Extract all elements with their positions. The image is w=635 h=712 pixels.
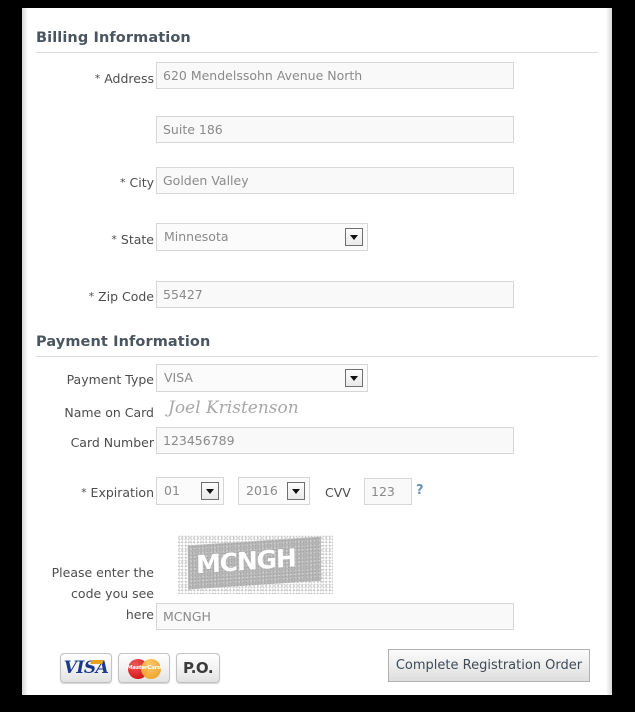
mastercard-label: MasterCard: [127, 665, 161, 671]
expiration-required-marker: *: [81, 486, 87, 499]
address-label-text: Address: [104, 71, 154, 86]
city-label: * City: [62, 175, 154, 191]
payment-information-heading: Payment Information: [36, 334, 211, 350]
zip-code-label: * Zip Code: [54, 289, 154, 305]
visa-card-icon: VISA: [60, 653, 112, 683]
payment-type-label: Payment Type: [66, 372, 154, 387]
payment-section-divider: [36, 356, 598, 357]
card-number-input[interactable]: 123456789: [156, 427, 514, 454]
name-on-card-label: Name on Card: [64, 405, 154, 420]
captcha-label-line3: here: [125, 607, 154, 622]
state-label-text: State: [120, 232, 154, 247]
zip-code-input[interactable]: 55427: [156, 281, 514, 308]
expiration-label-text: Expiration: [90, 485, 154, 500]
purchase-order-icon: P.O.: [176, 653, 220, 683]
payment-type-select-value: VISA: [164, 370, 193, 385]
chevron-down-icon[interactable]: [345, 228, 363, 246]
captcha-label-line1: Please enter the: [51, 565, 154, 580]
form-content: Billing Information * Address 620 Mendel…: [22, 8, 612, 695]
screenshot-frame: Billing Information * Address 620 Mendel…: [0, 0, 635, 712]
state-select[interactable]: Minnesota: [156, 223, 368, 251]
expiration-month-select[interactable]: 01: [156, 477, 224, 505]
purchase-order-label: P.O.: [182, 659, 214, 677]
captcha-input[interactable]: MCNGH: [156, 603, 514, 630]
mastercard-icon: MasterCard: [118, 653, 170, 683]
cvv-input[interactable]: 123: [364, 478, 412, 505]
billing-section-divider: [36, 52, 598, 53]
city-required-marker: *: [120, 176, 126, 189]
address-label: * Address: [62, 71, 154, 87]
address-line2-input[interactable]: Suite 186: [156, 116, 514, 143]
zip-required-marker: *: [88, 290, 95, 303]
card-number-label: Card Number: [70, 435, 154, 450]
chevron-down-icon[interactable]: [345, 369, 363, 387]
state-select-value: Minnesota: [164, 229, 229, 244]
expiration-month-value: 01: [164, 483, 180, 498]
chevron-down-icon[interactable]: [201, 482, 219, 500]
visa-label: VISA: [63, 658, 109, 678]
expiration-year-select[interactable]: 2016: [238, 477, 310, 505]
expiration-label: * Expiration: [54, 485, 154, 501]
billing-information-heading: Billing Information: [36, 30, 191, 46]
complete-registration-order-button[interactable]: Complete Registration Order: [388, 649, 590, 682]
name-on-card-value: Joel Kristenson: [168, 398, 299, 418]
captcha-label-line2: code you see: [71, 586, 154, 601]
payment-type-select[interactable]: VISA: [156, 364, 368, 392]
cvv-label: CVV: [325, 485, 351, 500]
expiration-year-value: 2016: [246, 483, 278, 498]
address-input[interactable]: 620 Mendelssohn Avenue North: [156, 62, 514, 89]
address-required-marker: *: [94, 72, 101, 85]
visa-swoosh-accent: [90, 660, 104, 664]
captcha-image: MCNGH: [178, 535, 333, 594]
city-label-text: City: [129, 175, 155, 190]
state-required-marker: *: [111, 233, 117, 246]
registration-page-panel: Billing Information * Address 620 Mendel…: [22, 8, 612, 695]
captcha-label: Please enter the code you see here: [34, 562, 154, 625]
zip-label-text: Zip Code: [98, 289, 154, 304]
state-label: * State: [62, 232, 154, 248]
chevron-down-icon[interactable]: [287, 482, 305, 500]
city-input[interactable]: Golden Valley: [156, 167, 514, 194]
cvv-help-link[interactable]: ?: [416, 483, 424, 498]
